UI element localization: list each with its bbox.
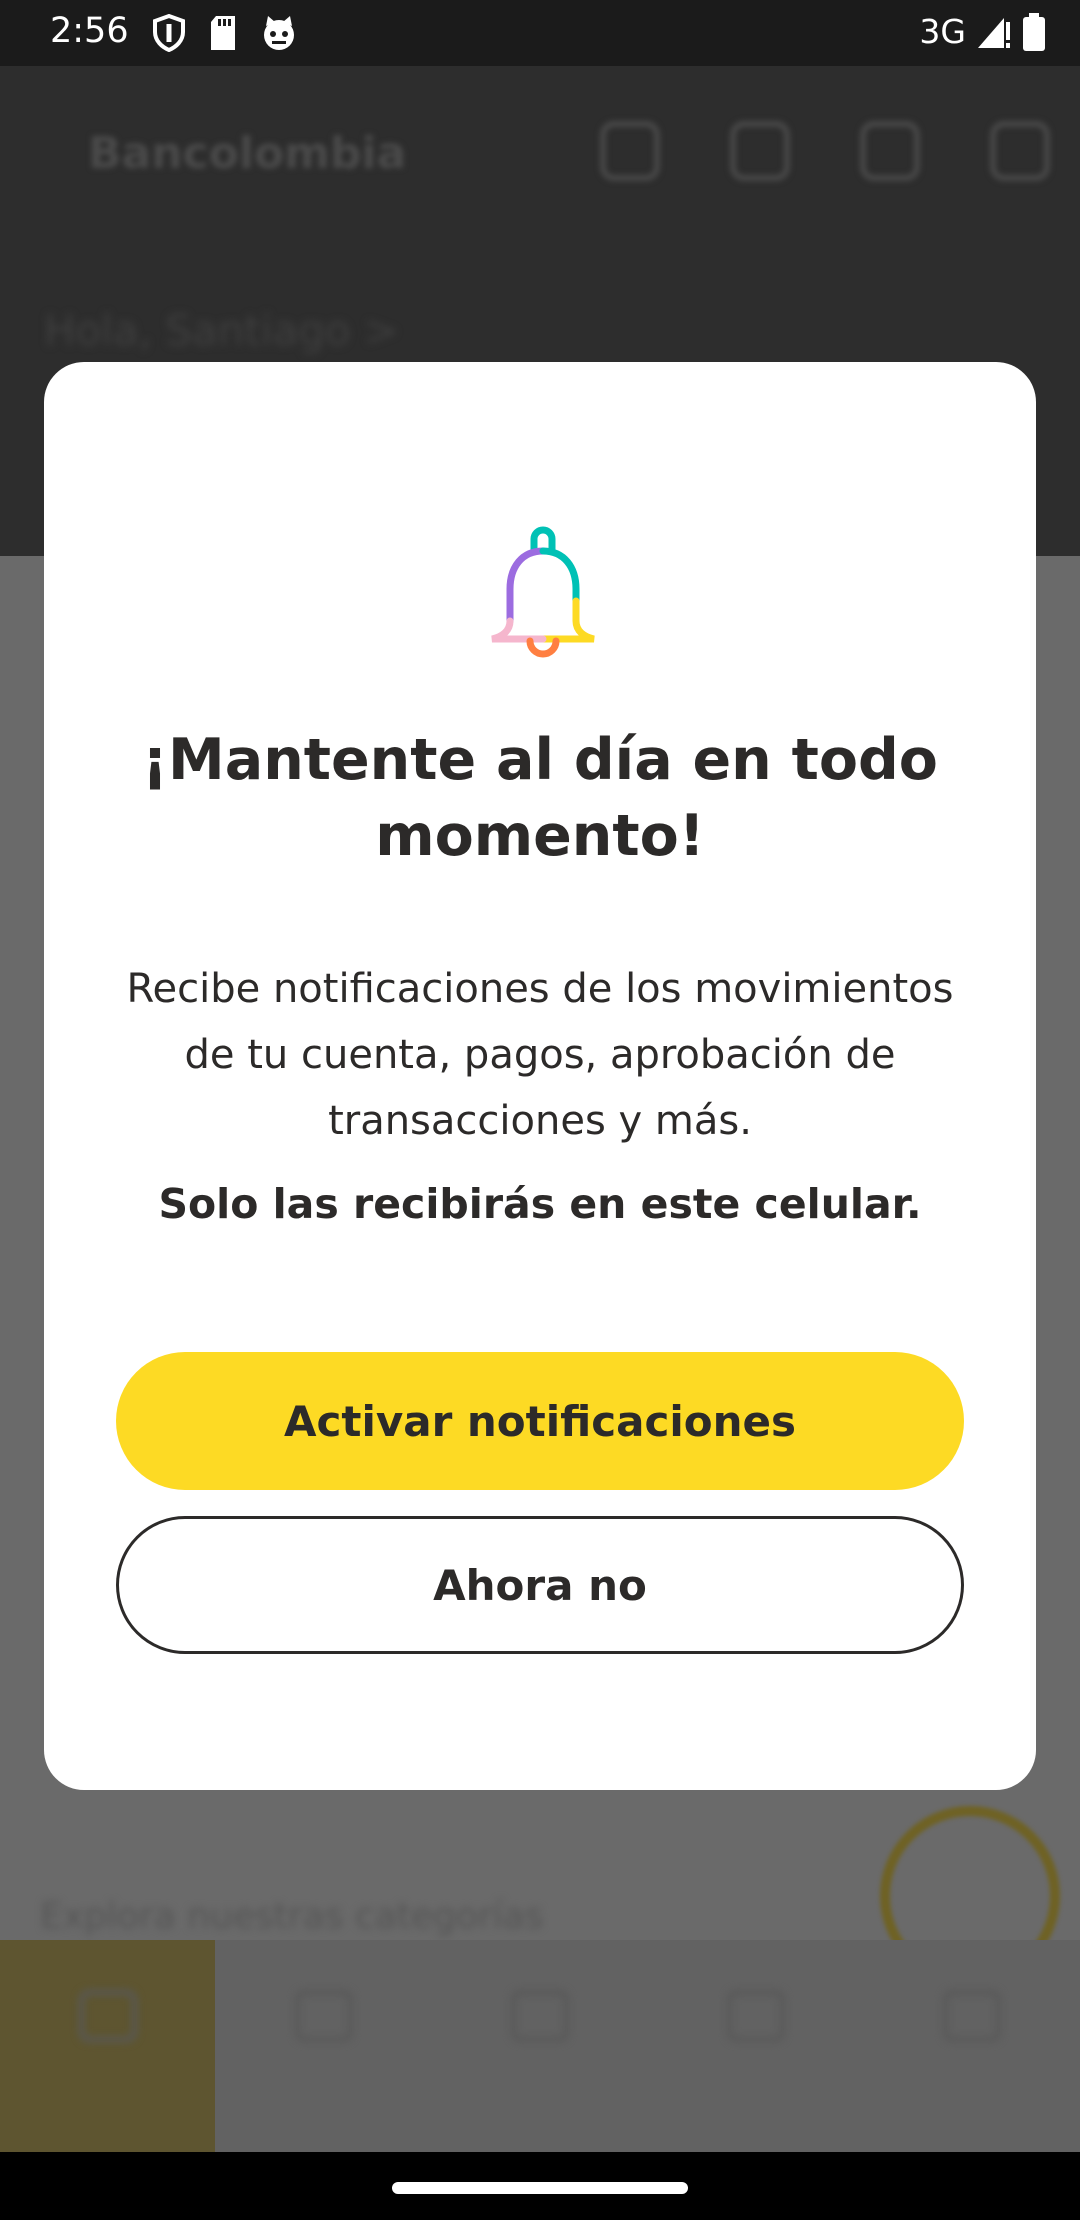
battery-icon xyxy=(1023,12,1045,51)
system-nav-bar xyxy=(0,2152,1080,2220)
signal-icon xyxy=(978,17,1010,48)
activate-notifications-button[interactable]: Activar notificaciones xyxy=(116,1352,964,1490)
background-nav-item xyxy=(0,1940,216,2152)
network-type: 3G xyxy=(919,12,966,51)
status-icons-right: 3G xyxy=(919,12,1046,51)
background-nav-items xyxy=(0,1940,1080,2152)
cat-icon xyxy=(264,16,294,50)
background-nav-item xyxy=(648,1940,864,2152)
bell-icon xyxy=(468,517,618,667)
sd-card-icon xyxy=(211,16,235,50)
background-logo: Bancolombia xyxy=(88,128,407,179)
background-chat-icon xyxy=(860,121,920,181)
background-bottom-nav xyxy=(0,1940,1080,2152)
background-header-icons xyxy=(600,121,1050,181)
background-mail-icon xyxy=(730,121,790,181)
not-now-button[interactable]: Ahora no xyxy=(116,1516,964,1654)
screen: 2:56 3G Bancolombia Hola, Santiago > Exp… xyxy=(0,0,1080,2220)
dialog-title: ¡Mantente al día en todo momento! xyxy=(142,727,938,869)
status-icons-left xyxy=(152,14,298,52)
status-bar: 2:56 3G xyxy=(0,0,1080,66)
background-nav-item xyxy=(216,1940,432,2152)
background-user-icon xyxy=(600,121,660,181)
notification-dialog: ¡Mantente al día en todo momento! Recibe… xyxy=(44,362,1036,1790)
background-exit-icon xyxy=(990,121,1050,181)
background-nav-item xyxy=(432,1940,648,2152)
background-greeting: Hola, Santiago > xyxy=(44,306,400,355)
shield-icon xyxy=(153,14,185,52)
background-footnote: Explora nuestras categorías xyxy=(40,1896,544,1937)
dialog-body: Recibe notificaciones de los movimientos… xyxy=(126,966,954,1144)
home-gesture-handle[interactable] xyxy=(392,2182,688,2194)
background-nav-item xyxy=(864,1940,1080,2152)
status-time: 2:56 xyxy=(50,11,129,51)
dialog-note: Solo las recibirás en este celular. xyxy=(158,1180,922,1228)
